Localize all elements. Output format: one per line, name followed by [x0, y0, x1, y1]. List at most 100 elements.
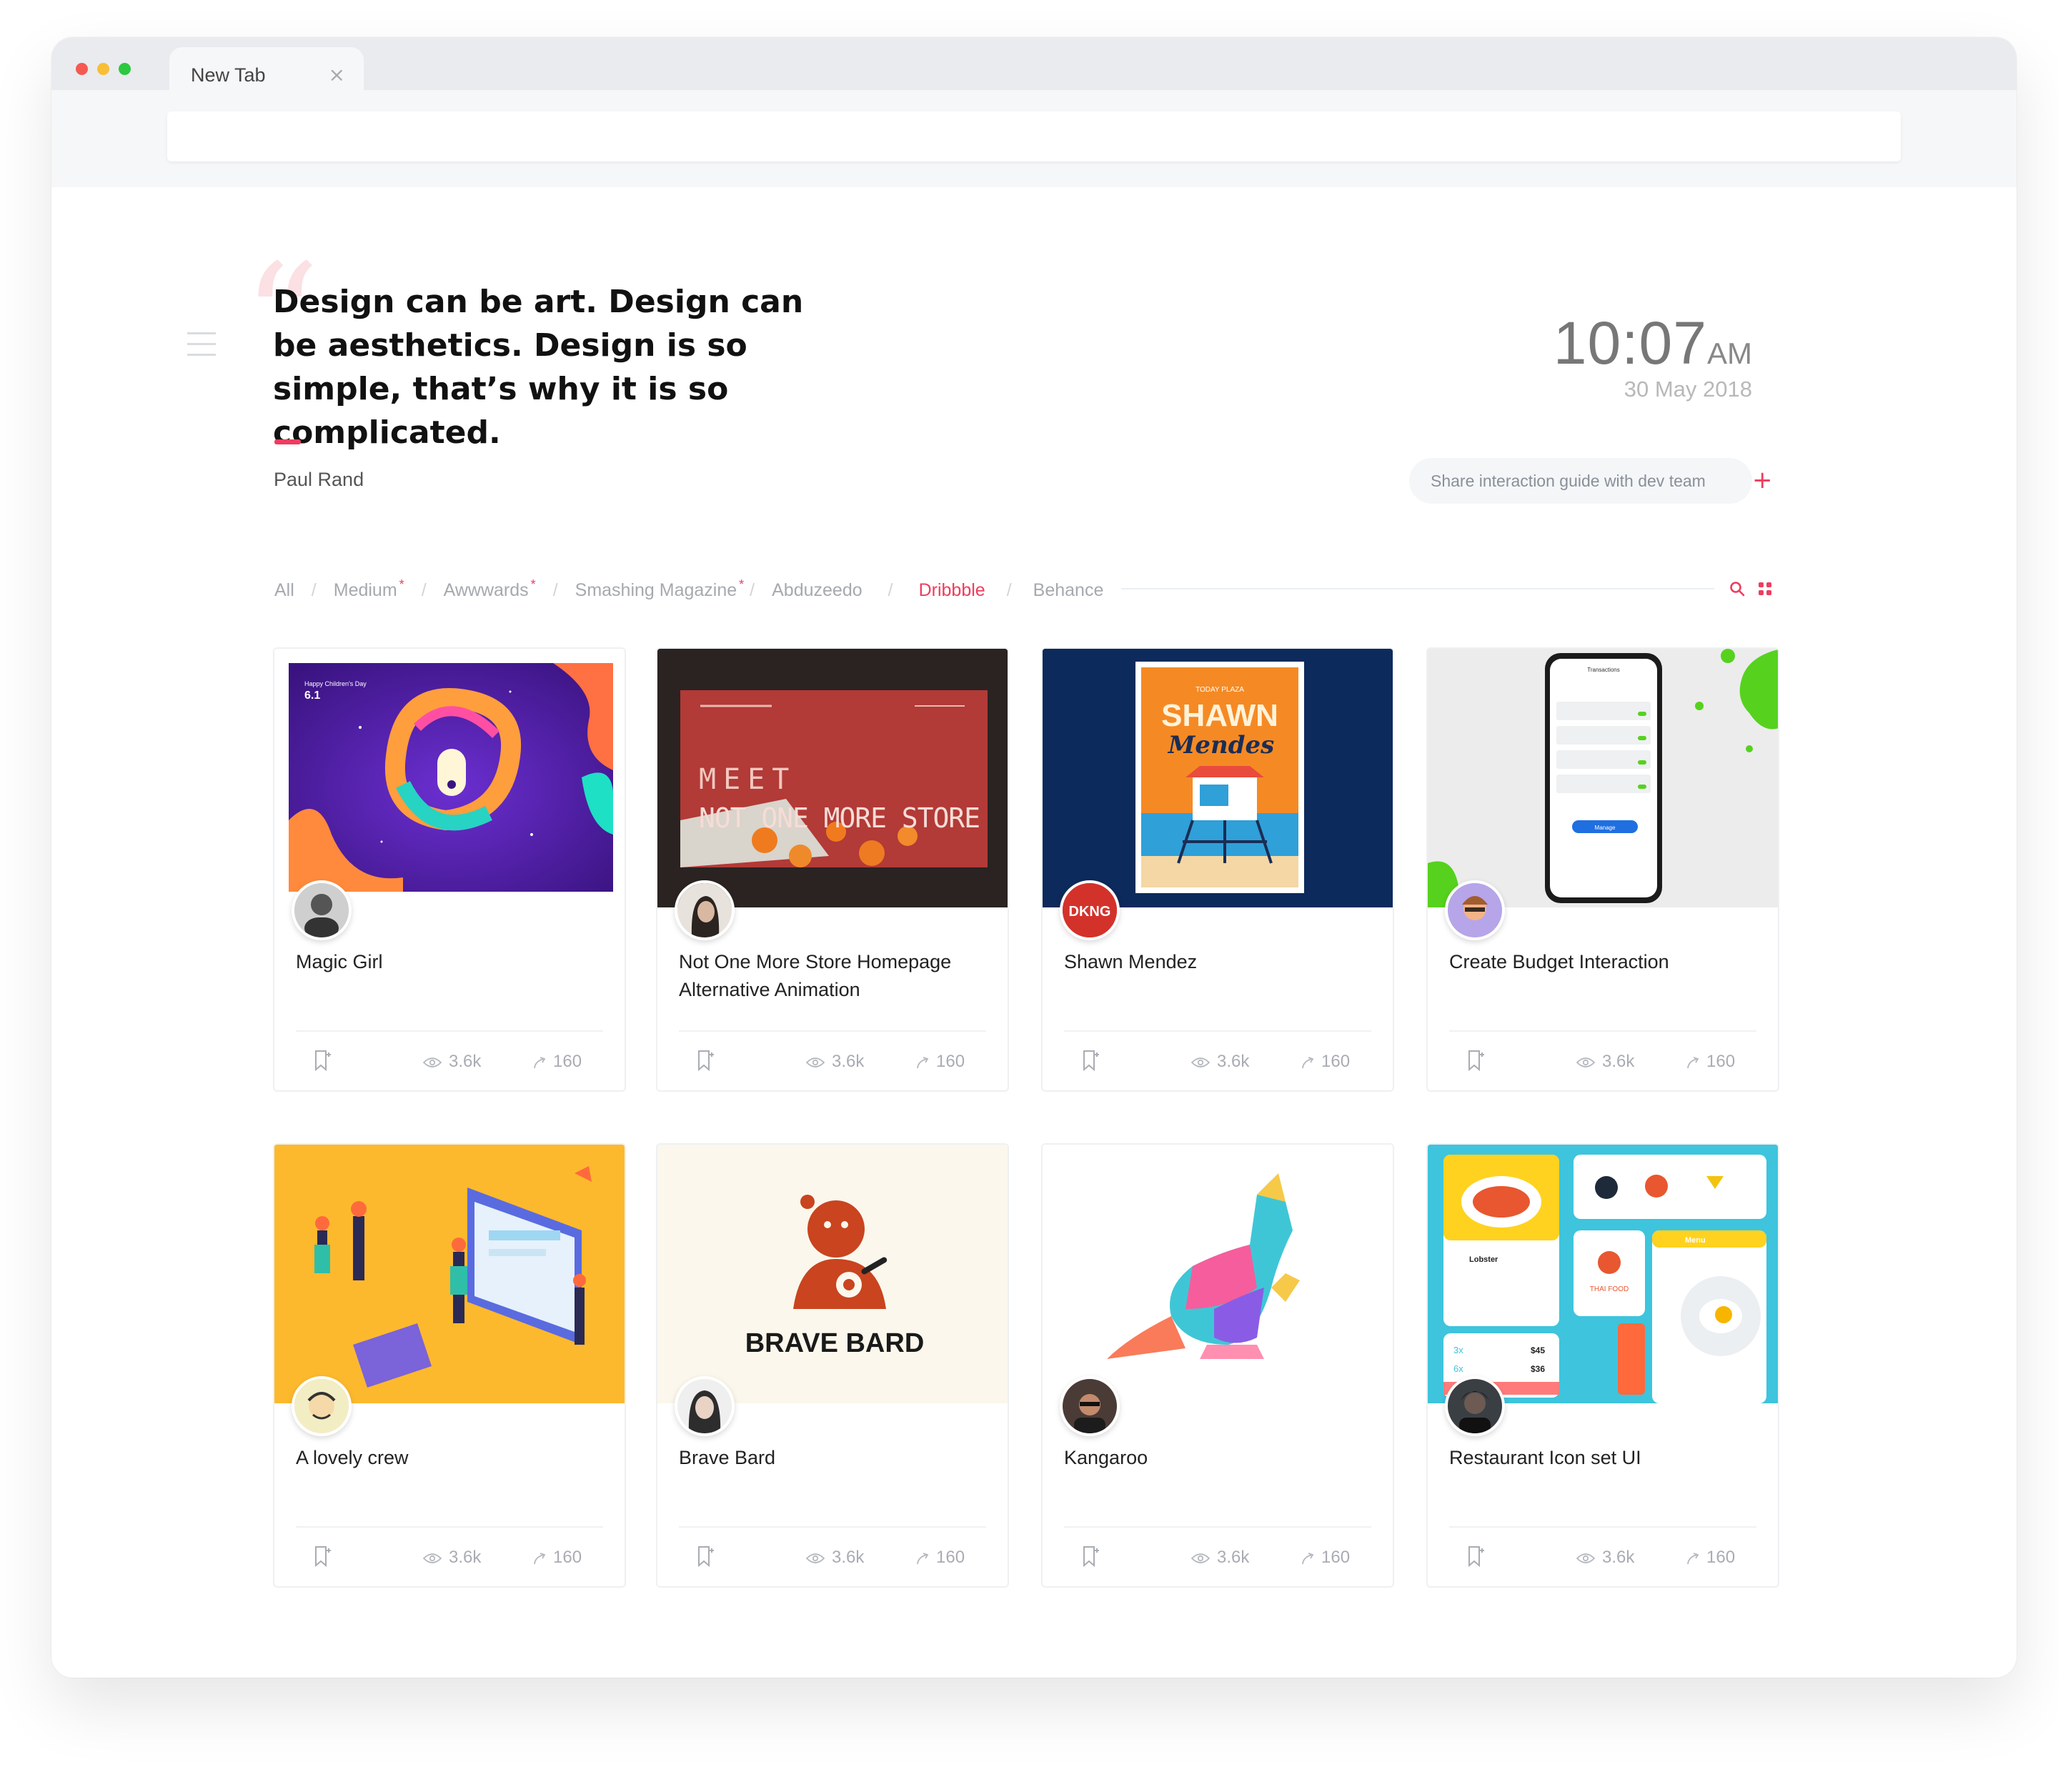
- shot-thumbnail[interactable]: [1043, 1145, 1393, 1403]
- shot-stats: 3.6k 160: [1428, 1049, 1778, 1077]
- shot-title[interactable]: Restaurant Icon set UI: [1449, 1444, 1749, 1472]
- bookmark-add-icon[interactable]: [1466, 1545, 1485, 1568]
- avatar[interactable]: [1060, 1376, 1120, 1436]
- eye-icon: [1190, 1553, 1211, 1563]
- browser-tab[interactable]: New Tab ×: [169, 47, 364, 102]
- svg-text:Menu: Menu: [1685, 1236, 1706, 1245]
- svg-text:6.1: 6.1: [304, 690, 320, 702]
- shot-title[interactable]: Create Budget Interaction: [1449, 948, 1749, 976]
- share-count: 160: [916, 1052, 965, 1072]
- minimize-window-dot[interactable]: [97, 63, 109, 75]
- magic-girl-illustration: Happy Children's Day 6.1: [289, 663, 613, 892]
- hamburger-menu-icon[interactable]: [187, 332, 216, 358]
- avatar[interactable]: [1445, 1376, 1505, 1436]
- share-arrow-icon: [1687, 1552, 1699, 1564]
- shot-thumbnail[interactable]: Happy Children's Day 6.1: [274, 649, 625, 907]
- shot-title[interactable]: Magic Girl: [296, 948, 596, 976]
- avatar[interactable]: [675, 880, 735, 940]
- filter-awwwards[interactable]: Awwwards *: [444, 577, 536, 601]
- shot-title[interactable]: A lovely crew: [296, 1444, 596, 1472]
- restaurant-icons-mockup: Lobster THAI FOOD Menu 3x 6x $45 $36: [1428, 1145, 1778, 1403]
- filter-behance[interactable]: Behance: [1033, 580, 1104, 601]
- view-count: 3.6k: [805, 1052, 864, 1072]
- svg-text:DKNG: DKNG: [1069, 904, 1111, 920]
- clock-ampm: AM: [1707, 337, 1752, 370]
- eye-icon: [422, 1553, 442, 1563]
- svg-text:TODAY PLAZA: TODAY PLAZA: [1195, 686, 1244, 694]
- grid-view-icon[interactable]: [1759, 582, 1771, 595]
- filter-all[interactable]: All: [274, 580, 294, 601]
- avatar[interactable]: [292, 880, 352, 940]
- view-count: 3.6k: [1576, 1052, 1634, 1072]
- shot-thumbnail[interactable]: TODAY PLAZA SHAWN Mendes: [1043, 649, 1393, 907]
- browser-window: New Tab × “ Design can be art. Design ca…: [51, 37, 2017, 1678]
- shot-card[interactable]: Happy Children's Day 6.1 Magic Girl 3.6k…: [273, 647, 626, 1092]
- add-todo-button[interactable]: +: [1752, 466, 1773, 494]
- shot-thumbnail[interactable]: Transactions Manage: [1428, 649, 1778, 907]
- shot-card[interactable]: Kangaroo 3.6k 160: [1041, 1143, 1394, 1588]
- svg-text:Happy Children's Day: Happy Children's Day: [304, 680, 367, 687]
- lovely-crew-illustration: [274, 1145, 625, 1403]
- shot-title[interactable]: Kangaroo: [1064, 1444, 1364, 1472]
- shot-thumbnail[interactable]: Lobster THAI FOOD Menu 3x 6x $45 $36: [1428, 1145, 1778, 1403]
- avatar[interactable]: [675, 1376, 735, 1436]
- quote-text: Design can be art. Design can be aesthet…: [273, 284, 804, 451]
- shot-thumbnail[interactable]: MEET NOT ONE MORE STORE: [657, 649, 1008, 907]
- shot-stats: 3.6k 160: [657, 1049, 1008, 1077]
- avatar[interactable]: DKNG: [1060, 880, 1120, 940]
- shot-card[interactable]: Transactions Manage Create Budget Intera…: [1426, 647, 1779, 1092]
- shot-card[interactable]: Lobster THAI FOOD Menu 3x 6x $45 $36 Res…: [1426, 1143, 1779, 1588]
- share-arrow-icon: [1687, 1056, 1699, 1068]
- shot-card[interactable]: BRAVE BARD Brave Bard 3.6k 160: [656, 1143, 1009, 1588]
- filter-dribbble[interactable]: Dribbble: [919, 580, 985, 601]
- search-icon[interactable]: [1729, 580, 1746, 597]
- svg-text:$36: $36: [1531, 1364, 1545, 1374]
- shot-stats: 3.6k 160: [1043, 1545, 1393, 1573]
- shot-card[interactable]: TODAY PLAZA SHAWN Mendes DKNG Shawn Mend…: [1041, 647, 1394, 1092]
- eye-icon: [1576, 1057, 1596, 1067]
- shot-stats: 3.6k 160: [1043, 1049, 1393, 1077]
- svg-text:Transactions: Transactions: [1587, 667, 1620, 673]
- share-count: 160: [533, 1548, 582, 1568]
- shot-stats: 3.6k 160: [274, 1545, 625, 1573]
- shot-card[interactable]: MEET NOT ONE MORE STORE Not One More Sto…: [656, 647, 1009, 1092]
- tab-close-icon[interactable]: ×: [329, 63, 345, 86]
- svg-text:6x: 6x: [1453, 1363, 1463, 1374]
- share-count: 160: [916, 1548, 965, 1568]
- filter-smashing-magazine[interactable]: Smashing Magazine *: [575, 577, 745, 601]
- avatar[interactable]: [292, 1376, 352, 1436]
- eye-icon: [805, 1553, 825, 1563]
- quote-author: Paul Rand: [274, 469, 364, 490]
- share-arrow-icon: [534, 1552, 546, 1564]
- maximize-window-dot[interactable]: [119, 63, 131, 75]
- avatar[interactable]: [1445, 880, 1505, 940]
- bookmark-add-icon[interactable]: [313, 1545, 332, 1568]
- svg-text:Manage: Manage: [1595, 825, 1616, 831]
- bookmark-add-icon[interactable]: [1466, 1049, 1485, 1072]
- shot-title[interactable]: Not One More Store Homepage Alternative …: [679, 948, 979, 1004]
- close-window-dot[interactable]: [76, 63, 88, 75]
- share-arrow-icon: [1302, 1056, 1314, 1068]
- filter-medium[interactable]: Medium *: [334, 577, 404, 601]
- shot-card[interactable]: A lovely crew 3.6k 160: [273, 1143, 626, 1588]
- filter-divider: [1121, 588, 1714, 589]
- filter-abduzeedo[interactable]: Abduzeedo: [772, 580, 863, 601]
- shot-thumbnail[interactable]: [274, 1145, 625, 1403]
- bookmark-add-icon[interactable]: [1081, 1049, 1100, 1072]
- svg-text:$45: $45: [1531, 1345, 1545, 1355]
- share-count: 160: [1686, 1548, 1735, 1568]
- share-count: 160: [1686, 1052, 1735, 1072]
- bookmark-add-icon[interactable]: [696, 1545, 715, 1568]
- shot-title[interactable]: Shawn Mendez: [1064, 948, 1364, 976]
- bookmark-add-icon[interactable]: [313, 1049, 332, 1072]
- share-arrow-icon: [534, 1056, 546, 1068]
- view-count: 3.6k: [422, 1548, 481, 1568]
- shot-thumbnail[interactable]: BRAVE BARD: [657, 1145, 1008, 1403]
- bookmark-add-icon[interactable]: [1081, 1545, 1100, 1568]
- bookmark-add-icon[interactable]: [696, 1049, 715, 1072]
- budget-app-mockup: Transactions Manage: [1428, 649, 1778, 907]
- share-todo-pill[interactable]: Share interaction guide with dev team: [1409, 458, 1752, 504]
- address-bar[interactable]: [167, 111, 1901, 161]
- clock-time: 10:07: [1553, 309, 1707, 377]
- shot-title[interactable]: Brave Bard: [679, 1444, 979, 1472]
